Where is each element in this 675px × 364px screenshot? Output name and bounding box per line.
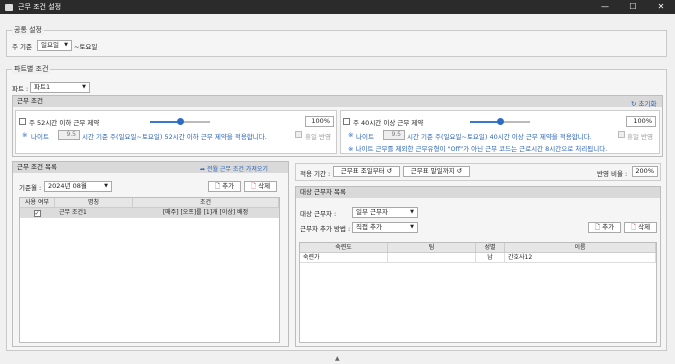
row-name: 간호사12 <box>505 253 656 263</box>
weekly-40h-extra-note: ※ 나이트 근무를 제외한 근무유형이 "Off"가 아닌 근무 코드는 근로시… <box>348 145 608 153</box>
maximize-button[interactable]: ☐ <box>619 0 647 14</box>
worker-table: 숙련도 팀 성별 이름 숙련가 남 간호사12 <box>299 242 657 343</box>
share-arrow-icon: ➦ <box>200 166 206 173</box>
window-title: 근무 조건 설정 <box>18 3 62 11</box>
add-condition-button[interactable]: 🗋 추가 <box>208 181 241 192</box>
weekly-52h-holiday-label: 휴일 반영 <box>305 133 331 141</box>
apply-period-label: 적용 기간 : <box>300 170 331 178</box>
delete-doc-icon: 🗋 <box>250 182 257 190</box>
weekly-40h-holiday-label: 휴일 반영 <box>627 133 653 141</box>
add-method-select[interactable]: 직접 추가 ▼ <box>352 222 418 233</box>
chevron-down-icon: ▼ <box>104 183 108 189</box>
part-settings-legend: 파트별 조건 <box>12 64 51 74</box>
reflect-ratio-input[interactable]: 200% <box>632 166 658 177</box>
chevron-down-icon: ▼ <box>410 224 414 230</box>
work-condition-header: 근무 조건 <box>13 96 662 107</box>
apply-start-button[interactable]: 근무표 조일부터 ↺ <box>333 166 400 177</box>
add-method-label: 근무자 추가 방법 : <box>300 225 351 233</box>
common-settings-group <box>6 30 667 57</box>
row-team <box>388 253 476 263</box>
target-workers-header: 대상 근무자 목록 <box>296 187 660 198</box>
week-basis-label: 주 기준 <box>12 43 33 51</box>
resize-handle-icon[interactable]: ▲ <box>335 355 340 362</box>
common-settings-legend: 공통 설정 <box>12 25 44 35</box>
weekly-52h-percent[interactable]: 100% <box>305 116 334 127</box>
delete-doc-icon: 🗋 <box>630 223 637 231</box>
weekly-52h-holiday-checkbox[interactable] <box>295 131 302 138</box>
target-worker-select[interactable]: 일부 근무자 ▼ <box>352 207 418 218</box>
weekly-40h-note-prefix: ※ <box>348 131 354 139</box>
weekly-40h-label: 주 40시간 이상 근무 제약 <box>353 119 424 127</box>
reset-button[interactable]: ↻ 초기화 <box>631 98 656 108</box>
minimize-button[interactable]: — <box>591 0 619 14</box>
add-worker-button[interactable]: 🗋 추가 <box>588 222 621 233</box>
row-gender: 남 <box>476 253 505 263</box>
title-bar: 근무 조건 설정 <box>0 0 675 14</box>
weekly-52h-note-prefix: ※ <box>22 131 28 139</box>
weekly-40h-holiday-checkbox[interactable] <box>618 131 625 138</box>
weekly-52h-night-label: 나이트 <box>31 133 49 141</box>
weekly-40h-night-label: 나이트 <box>356 133 374 141</box>
refresh-icon: ↺ <box>386 167 393 175</box>
condition-table: 사용 여부 명칭 조건 ✓ 근무 조건1 [매주] [오프]를 [1]개 [이상… <box>19 197 280 343</box>
weekly-52h-checkbox[interactable] <box>19 118 26 125</box>
weekly-40h-slider-knob[interactable] <box>497 118 504 125</box>
col-team[interactable]: 팀 <box>388 243 476 253</box>
weekly-40h-checkbox[interactable] <box>343 118 350 125</box>
weekly-40h-night-hours[interactable]: 9.5 <box>383 130 405 140</box>
base-month-select[interactable]: 2024년 08월 ▼ <box>44 181 112 192</box>
import-prev-month-button[interactable]: ➦ 전월 근무 조건 가져오기 <box>200 164 268 173</box>
col-name[interactable]: 이름 <box>505 243 656 253</box>
weekly-40h-desc: 시간 기준 주(일요일~토요일) 40시간 이상 근무 제약을 적용합니다. <box>407 133 592 141</box>
weekly-52h-slider-fill <box>150 121 180 123</box>
reflect-ratio-label: 반영 비율 : <box>597 170 628 178</box>
col-skill[interactable]: 숙련도 <box>300 243 388 253</box>
weekly-40h-slider[interactable] <box>470 118 530 125</box>
row-name: 근무 조건1 <box>55 208 133 218</box>
row-condition: [매주] [오프]를 [1]개 [이상] 배정 <box>133 208 279 218</box>
add-doc-icon: 🗋 <box>214 182 221 190</box>
close-button[interactable]: ✕ <box>647 0 675 14</box>
chevron-down-icon: ▼ <box>410 209 414 215</box>
part-label: 파트 : <box>12 85 29 93</box>
col-gender[interactable]: 성별 <box>476 243 505 253</box>
refresh-icon: ↺ <box>456 167 463 175</box>
target-worker-label: 대상 근무자 : <box>300 210 337 218</box>
weekly-52h-desc: 시간 기준 주(일요일~토요일) 52시간 이하 근무 제약을 적용합니다. <box>82 133 267 141</box>
add-doc-icon: 🗋 <box>594 223 601 231</box>
week-start-select[interactable]: 일요일 ▼ <box>37 40 72 51</box>
col-name[interactable]: 명칭 <box>55 198 133 208</box>
chevron-down-icon: ▼ <box>64 42 68 48</box>
weekly-52h-night-hours[interactable]: 9.5 <box>58 130 80 140</box>
weekly-52h-slider[interactable] <box>150 118 210 125</box>
refresh-icon: ↻ <box>631 100 637 108</box>
part-select[interactable]: 파트1 ▼ <box>30 82 90 93</box>
weekly-52h-label: 주 52시간 이하 근무 제약 <box>29 119 100 127</box>
app-icon <box>5 3 13 11</box>
weekly-52h-slider-knob[interactable] <box>177 118 184 125</box>
col-used[interactable]: 사용 여부 <box>20 198 55 208</box>
base-month-label: 기준월 : <box>19 184 42 192</box>
chevron-down-icon: ▼ <box>82 84 86 90</box>
week-suffix: ~토요일 <box>74 43 98 51</box>
weekly-40h-slider-fill <box>470 121 500 123</box>
weekly-40h-percent[interactable]: 100% <box>626 116 656 127</box>
delete-worker-button[interactable]: 🗋 삭제 <box>624 222 657 233</box>
col-condition[interactable]: 조건 <box>133 198 279 208</box>
row-skill: 숙련가 <box>300 253 388 263</box>
apply-end-button[interactable]: 근무표 말일까지 ↺ <box>403 166 470 177</box>
row-used-check[interactable]: ✓ <box>20 208 55 218</box>
delete-condition-button[interactable]: 🗋 삭제 <box>244 181 277 192</box>
